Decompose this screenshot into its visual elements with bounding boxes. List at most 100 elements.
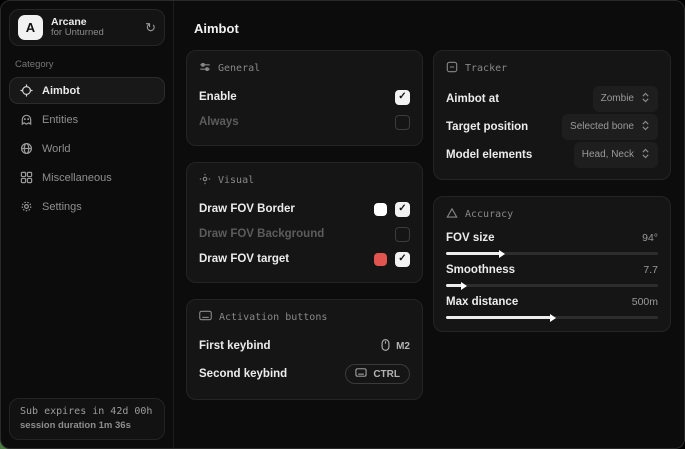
accuracy-card-header: Accuracy — [446, 207, 658, 222]
general-card: General Enable ✓ Always ✓ — [186, 50, 423, 146]
sidebar-item-entities[interactable]: Entities — [9, 106, 165, 133]
max-distance-setting: Max distance 500m — [446, 296, 658, 319]
fov-target-checkbox[interactable]: ✓ — [395, 252, 410, 267]
tracker-card: Tracker Aimbot at Zombie Target position — [433, 50, 671, 180]
setting-row-fov-target: Draw FOV target ✓ — [199, 248, 410, 270]
setting-row-enable: Enable ✓ — [199, 86, 410, 108]
setting-label: First keybind — [199, 340, 271, 352]
fov-border-color-swatch[interactable] — [374, 203, 387, 216]
sliders-icon — [199, 61, 211, 76]
general-card-title: General — [218, 63, 260, 74]
setting-row-always: Always ✓ — [199, 111, 410, 133]
keyboard-icon — [355, 368, 367, 380]
app-logo: A — [18, 15, 43, 40]
keybind-value: CTRL — [373, 369, 400, 380]
setting-row-target-position: Target position Selected bone — [446, 114, 658, 139]
main-content: Aimbot General Enable ✓ — [174, 1, 684, 448]
session-duration: session duration 1m 36s — [20, 420, 154, 431]
grid-icon — [20, 171, 33, 184]
setting-label: Aimbot at — [446, 93, 499, 105]
page-title: Aimbot — [194, 21, 671, 36]
target-position-dropdown[interactable]: Selected bone — [562, 114, 658, 140]
sidebar: A Arcane for Unturned ↻ Category Aimbot … — [1, 1, 174, 448]
slider-label: FOV size — [446, 232, 495, 244]
app-title-block: Arcane for Unturned — [51, 16, 137, 39]
slider-label: Smoothness — [446, 264, 515, 276]
sidebar-item-aimbot[interactable]: Aimbot — [9, 77, 165, 104]
eye-icon — [199, 173, 211, 188]
dropdown-value: Selected bone — [570, 121, 634, 132]
slider-thumb[interactable] — [550, 314, 556, 322]
setting-label: Target position — [446, 121, 528, 133]
app-logo-card: A Arcane for Unturned ↻ — [9, 9, 165, 46]
app-subtitle: for Unturned — [51, 28, 137, 39]
setting-label: Draw FOV Border — [199, 203, 295, 215]
sidebar-item-label: World — [42, 143, 71, 155]
fov-border-checkbox[interactable]: ✓ — [395, 202, 410, 217]
dropdown-value: Zombie — [601, 93, 634, 104]
fov-background-checkbox[interactable]: ✓ — [395, 227, 410, 242]
setting-label: Enable — [199, 91, 237, 103]
crosshair-icon — [20, 84, 33, 97]
tracker-card-header: Tracker — [446, 61, 658, 76]
setting-row-second-keybind: Second keybind CTRL — [199, 361, 410, 387]
setting-row-aimbot-at: Aimbot at Zombie — [446, 86, 658, 111]
slider-thumb[interactable] — [499, 250, 505, 258]
slider-thumb[interactable] — [461, 282, 467, 290]
tracker-card-title: Tracker — [465, 63, 507, 74]
setting-row-model-elements: Model elements Head, Neck — [446, 142, 658, 167]
setting-row-fov-border: Draw FOV Border ✓ — [199, 198, 410, 220]
enable-checkbox[interactable]: ✓ — [395, 90, 410, 105]
category-label: Category — [15, 59, 159, 70]
fov-size-setting: FOV size 94° — [446, 232, 658, 255]
max-distance-slider[interactable] — [446, 316, 658, 319]
unfold-icon — [641, 90, 650, 108]
subscription-card: Sub expires in 42d 00h session duration … — [9, 398, 165, 440]
setting-label: Draw FOV target — [199, 253, 289, 265]
fov-target-color-swatch[interactable] — [374, 253, 387, 266]
slider-value: 500m — [632, 296, 658, 308]
setting-label: Model elements — [446, 149, 532, 161]
slider-value: 7.7 — [643, 264, 658, 276]
sidebar-item-label: Aimbot — [42, 85, 80, 97]
first-keybind-button[interactable]: M2 — [381, 339, 410, 354]
sidebar-item-miscellaneous[interactable]: Miscellaneous — [9, 164, 165, 191]
visual-card: Visual Draw FOV Border ✓ Draw FOV Backgr… — [186, 162, 423, 283]
smoothness-setting: Smoothness 7.7 — [446, 264, 658, 287]
accuracy-card-title: Accuracy — [465, 209, 513, 220]
keybind-value: M2 — [396, 341, 410, 352]
dropdown-value: Head, Neck — [582, 149, 634, 160]
fov-size-slider[interactable] — [446, 252, 658, 255]
activation-card-header: Activation buttons — [199, 310, 410, 324]
sidebar-item-label: Entities — [42, 114, 78, 126]
smoothness-slider[interactable] — [446, 284, 658, 287]
slider-label: Max distance — [446, 296, 518, 308]
general-card-header: General — [199, 61, 410, 76]
gear-icon — [20, 200, 33, 213]
activation-card-title: Activation buttons — [219, 312, 327, 323]
always-checkbox[interactable]: ✓ — [395, 115, 410, 130]
activation-card: Activation buttons First keybind M2 Seco… — [186, 299, 423, 400]
setting-label: Second keybind — [199, 368, 287, 380]
visual-card-title: Visual — [218, 175, 254, 186]
second-keybind-button[interactable]: CTRL — [345, 364, 410, 384]
refresh-icon[interactable]: ↻ — [145, 21, 156, 34]
setting-label: Draw FOV Background — [199, 228, 324, 240]
accuracy-card: Accuracy FOV size 94° Smoothness — [433, 196, 671, 332]
mouse-icon — [381, 339, 390, 354]
subscription-expiry: Sub expires in 42d 00h — [20, 406, 154, 417]
unfold-icon — [641, 146, 650, 164]
setting-row-fov-background: Draw FOV Background ✓ — [199, 223, 410, 245]
aimbot-at-dropdown[interactable]: Zombie — [593, 86, 658, 112]
unfold-icon — [641, 118, 650, 136]
setting-label: Always — [199, 116, 239, 128]
scan-icon — [446, 61, 458, 76]
globe-icon — [20, 142, 33, 155]
entities-icon — [20, 113, 33, 126]
sidebar-item-label: Miscellaneous — [42, 172, 112, 184]
sidebar-item-world[interactable]: World — [9, 135, 165, 162]
keyboard-icon — [199, 310, 212, 324]
sidebar-item-settings[interactable]: Settings — [9, 193, 165, 220]
slider-value: 94° — [642, 232, 658, 244]
model-elements-dropdown[interactable]: Head, Neck — [574, 142, 658, 168]
